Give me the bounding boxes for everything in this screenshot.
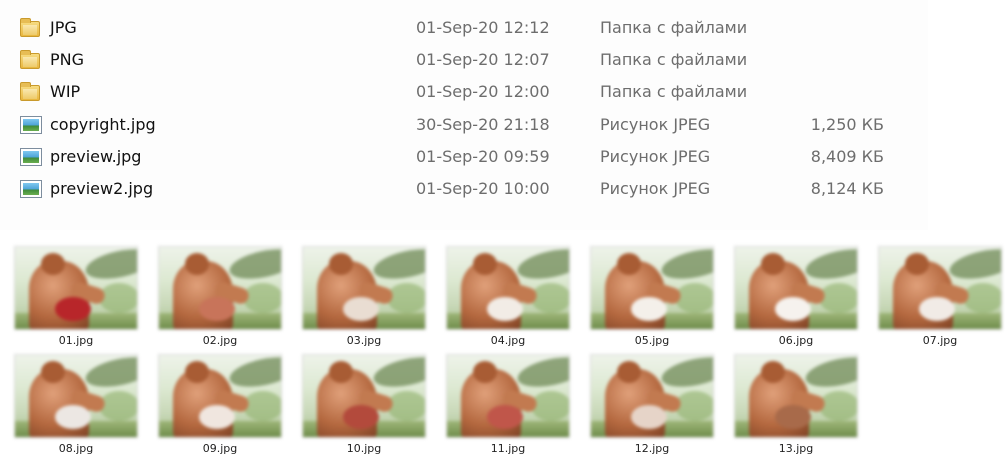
- thumbnail-image: [158, 354, 282, 438]
- thumbnail-caption: 01.jpg: [58, 334, 94, 347]
- file-row[interactable]: preview.jpg 01-Sep-20 09:59 Рисунок JPEG…: [0, 141, 928, 173]
- file-row[interactable]: PNG 01-Sep-20 12:07 Папка с файлами: [0, 44, 928, 76]
- file-type: Папка с файлами: [600, 82, 748, 101]
- thumbnail-caption: 07.jpg: [922, 334, 958, 347]
- thumbnail-item[interactable]: 07.jpg: [876, 246, 1004, 347]
- thumbnail-image: [734, 354, 858, 438]
- file-name: copyright.jpg: [50, 115, 156, 134]
- image-file-icon: [20, 180, 42, 198]
- thumbnail-caption: 04.jpg: [490, 334, 526, 347]
- thumbnail-item[interactable]: 06.jpg: [732, 246, 860, 347]
- file-date: 01-Sep-20 10:00: [416, 179, 550, 198]
- file-row[interactable]: JPG 01-Sep-20 12:12 Папка с файлами: [0, 12, 928, 44]
- thumbnail-image: [446, 354, 570, 438]
- thumbnail-caption: 06.jpg: [778, 334, 814, 347]
- folder-icon: [20, 82, 42, 101]
- file-date: 01-Sep-20 12:07: [416, 50, 550, 69]
- thumbnail-item[interactable]: 11.jpg: [444, 354, 572, 455]
- file-name: WIP: [50, 82, 81, 101]
- thumbnail-image: [446, 246, 570, 330]
- thumbnail-caption: 05.jpg: [634, 334, 670, 347]
- thumbnail-item[interactable]: 04.jpg: [444, 246, 572, 347]
- thumbnail-grid: 01.jpg 02.jpg 03.jpg 04.jpg 05.jpg 06.jpg 07.j…: [0, 240, 1005, 467]
- thumbnail-caption: 10.jpg: [346, 442, 382, 455]
- file-type: Папка с файлами: [600, 50, 748, 69]
- thumbnail-item[interactable]: 12.jpg: [588, 354, 716, 455]
- file-type: Рисунок JPEG: [600, 147, 711, 166]
- file-date: 01-Sep-20 12:00: [416, 82, 550, 101]
- file-size: 1,250 КБ: [810, 115, 884, 134]
- image-file-icon: [20, 116, 42, 134]
- file-name: preview2.jpg: [50, 179, 154, 198]
- thumbnail-image: [14, 354, 138, 438]
- thumbnail-caption: 03.jpg: [346, 334, 382, 347]
- thumbnail-item[interactable]: 08.jpg: [12, 354, 140, 455]
- file-row[interactable]: copyright.jpg 30-Sep-20 21:18 Рисунок JP…: [0, 109, 928, 141]
- file-row[interactable]: WIP 01-Sep-20 12:00 Папка с файлами: [0, 76, 928, 108]
- thumbnail-caption: 09.jpg: [202, 442, 238, 455]
- thumbnail-image: [590, 246, 714, 330]
- thumbnail-item[interactable]: 02.jpg: [156, 246, 284, 347]
- thumbnail-caption: 02.jpg: [202, 334, 238, 347]
- thumbnail-caption: 12.jpg: [634, 442, 670, 455]
- thumbnail-image: [590, 354, 714, 438]
- file-type: Рисунок JPEG: [600, 179, 711, 198]
- file-type: Папка с файлами: [600, 18, 748, 37]
- file-list: JPG 01-Sep-20 12:12 Папка с файлами PNG …: [0, 0, 928, 230]
- thumbnail-image: [302, 246, 426, 330]
- image-file-icon: [20, 148, 42, 166]
- thumbnail-image: [14, 246, 138, 330]
- file-type: Рисунок JPEG: [600, 115, 711, 134]
- folder-icon: [20, 18, 42, 37]
- thumbnail-caption: 11.jpg: [490, 442, 526, 455]
- thumbnail-item[interactable]: 10.jpg: [300, 354, 428, 455]
- thumbnail-image: [878, 246, 1002, 330]
- file-name: JPG: [50, 18, 77, 37]
- file-date: 30-Sep-20 21:18: [416, 115, 550, 134]
- file-size: 8,124 КБ: [810, 179, 884, 198]
- thumbnail-caption: 08.jpg: [58, 442, 94, 455]
- thumbnail-caption: 13.jpg: [778, 442, 814, 455]
- file-name: preview.jpg: [50, 147, 142, 166]
- file-name: PNG: [50, 50, 85, 69]
- thumbnail-image: [302, 354, 426, 438]
- file-date: 01-Sep-20 12:12: [416, 18, 550, 37]
- thumbnail-item[interactable]: 13.jpg: [732, 354, 860, 455]
- file-size: 8,409 КБ: [810, 147, 884, 166]
- thumbnail-item[interactable]: 09.jpg: [156, 354, 284, 455]
- folder-icon: [20, 50, 42, 69]
- thumbnail-item[interactable]: 03.jpg: [300, 246, 428, 347]
- file-date: 01-Sep-20 09:59: [416, 147, 550, 166]
- thumbnail-image: [158, 246, 282, 330]
- thumbnail-item[interactable]: 01.jpg: [12, 246, 140, 347]
- thumbnail-image: [734, 246, 858, 330]
- file-row[interactable]: preview2.jpg 01-Sep-20 10:00 Рисунок JPE…: [0, 173, 928, 205]
- thumbnail-item[interactable]: 05.jpg: [588, 246, 716, 347]
